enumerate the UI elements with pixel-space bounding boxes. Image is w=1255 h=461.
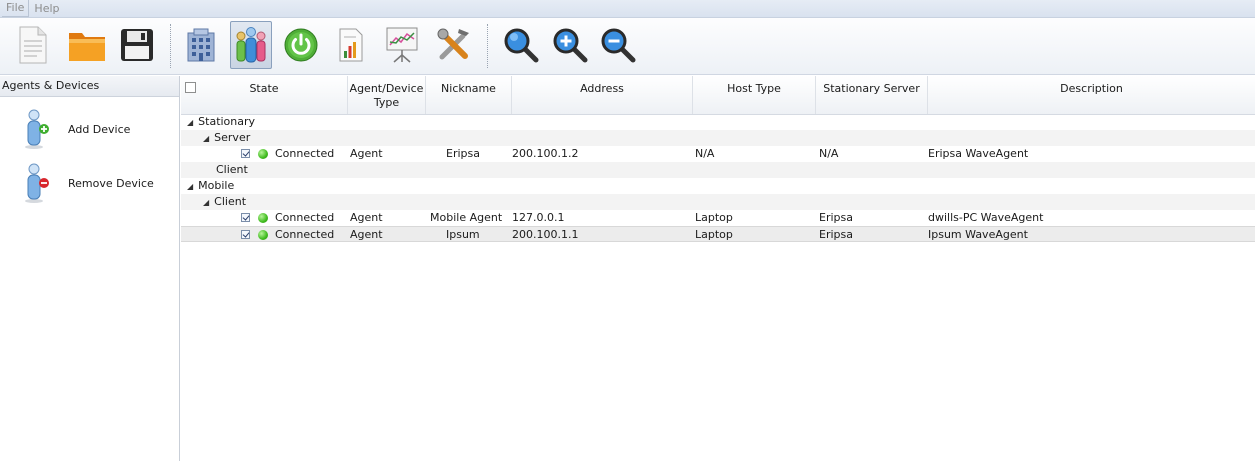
row-state: Connected: [275, 147, 335, 160]
presentation-button[interactable]: [381, 21, 423, 69]
status-connected-icon: [258, 149, 268, 159]
zoom-out-button[interactable]: [597, 21, 639, 69]
row-type: Agent: [350, 211, 383, 224]
agents-devices-icon: [236, 27, 266, 63]
collapse-triangle-icon[interactable]: ◢: [187, 118, 193, 127]
zoom-in-button[interactable]: [549, 21, 591, 69]
row-stationary-server: Eripsa: [819, 211, 853, 224]
group-row-stationary[interactable]: ◢ Stationary: [181, 114, 1255, 130]
power-button[interactable]: [280, 21, 322, 69]
remove-user-icon: [25, 163, 49, 203]
search-icon: [504, 28, 539, 63]
stationary-view-button[interactable]: [180, 21, 222, 69]
building-icon: [187, 28, 215, 62]
new-document-button[interactable]: [12, 21, 54, 69]
group-row-mobile[interactable]: ◢ Mobile: [181, 178, 1255, 194]
new-document-icon: [19, 26, 47, 64]
grid-header: State Agent/Device Type Nickname Address…: [181, 76, 1255, 115]
row-address: 200.100.1.2: [512, 147, 579, 160]
save-disk-icon: [121, 29, 153, 61]
row-host-type: Laptop: [695, 211, 733, 224]
save-button[interactable]: [116, 21, 158, 69]
row-nickname: Mobile Agent: [430, 211, 503, 224]
add-user-icon: [25, 109, 49, 149]
menu-bar: File Help: [0, 0, 1255, 18]
collapse-triangle-icon[interactable]: ◢: [187, 182, 193, 191]
power-icon: [284, 28, 318, 62]
group-row-server[interactable]: ◢ Server: [181, 130, 1255, 146]
open-folder-icon: [69, 33, 105, 61]
add-device-button[interactable]: Add Device: [24, 108, 130, 150]
row-host-type: Laptop: [695, 228, 733, 241]
remove-device-button[interactable]: Remove Device: [24, 162, 154, 204]
open-folder-button[interactable]: [66, 21, 108, 69]
toolbar: [0, 18, 1255, 75]
agents-devices-button[interactable]: [230, 21, 272, 69]
row-stationary-server: N/A: [819, 147, 839, 160]
status-connected-icon: [258, 230, 268, 240]
group-row-client[interactable]: Client: [181, 162, 1255, 178]
column-header-type[interactable]: Agent/Device Type: [348, 76, 426, 114]
row-address: 200.100.1.1: [512, 228, 579, 241]
row-description: Eripsa WaveAgent: [928, 147, 1029, 160]
row-checkbox[interactable]: [241, 230, 250, 239]
row-description: Ipsum WaveAgent: [928, 228, 1028, 241]
table-row[interactable]: Connected Agent Ipsum 200.100.1.1 Laptop…: [181, 226, 1255, 242]
row-type: Agent: [350, 147, 383, 160]
zoom-out-icon: [601, 28, 636, 63]
collapse-triangle-icon[interactable]: ◢: [203, 134, 209, 143]
row-address: 127.0.0.1: [512, 211, 565, 224]
row-nickname: Eripsa: [446, 147, 480, 160]
column-header-host-type[interactable]: Host Type: [693, 76, 816, 114]
table-row[interactable]: Connected Agent Mobile Agent 127.0.0.1 L…: [181, 210, 1255, 226]
row-checkbox[interactable]: [241, 149, 250, 158]
row-state: Connected: [275, 228, 335, 241]
status-connected-icon: [258, 213, 268, 223]
collapse-triangle-icon[interactable]: ◢: [203, 198, 209, 207]
devices-grid: State Agent/Device Type Nickname Address…: [181, 76, 1255, 461]
column-header-state[interactable]: State: [181, 76, 348, 114]
chart-presentation-icon: [386, 27, 418, 63]
zoom-in-icon: [553, 28, 588, 63]
row-nickname: Ipsum: [446, 228, 480, 241]
row-host-type: N/A: [695, 147, 715, 160]
tools-icon: [437, 28, 469, 60]
menu-help[interactable]: Help: [29, 1, 64, 17]
report-icon: [339, 28, 363, 62]
row-type: Agent: [350, 228, 383, 241]
row-description: dwills-PC WaveAgent: [928, 211, 1044, 224]
group-row-mobile-client[interactable]: ◢ Client: [181, 194, 1255, 210]
table-row[interactable]: Connected Agent Eripsa 200.100.1.2 N/A N…: [181, 146, 1255, 162]
row-stationary-server: Eripsa: [819, 228, 853, 241]
search-button[interactable]: [500, 21, 542, 69]
column-header-description[interactable]: Description: [928, 76, 1255, 114]
sidebar-title: Agents & Devices: [0, 76, 179, 97]
tools-button[interactable]: [433, 21, 475, 69]
column-header-address[interactable]: Address: [512, 76, 693, 114]
report-button[interactable]: [330, 21, 372, 69]
add-device-label: Add Device: [68, 122, 131, 136]
column-header-nickname[interactable]: Nickname: [426, 76, 512, 114]
row-checkbox[interactable]: [241, 213, 250, 222]
sidebar: Agents & Devices Add Device Remove Devic…: [0, 76, 180, 461]
row-state: Connected: [275, 211, 335, 224]
column-header-stationary-server[interactable]: Stationary Server: [816, 76, 928, 114]
remove-device-label: Remove Device: [68, 176, 154, 190]
menu-file[interactable]: File: [2, 0, 30, 17]
